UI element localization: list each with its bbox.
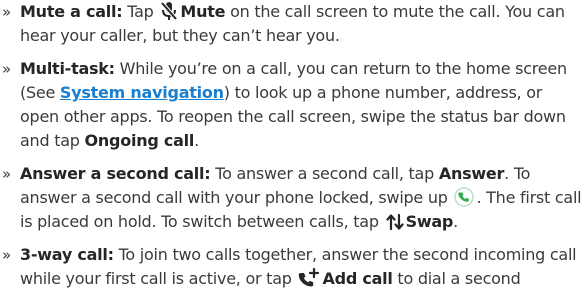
list-item-answer-second-call: Answer a second call: To answer a second… — [0, 162, 585, 234]
mic-off-icon — [160, 1, 178, 21]
item-text: . — [453, 212, 458, 231]
item-title: Mute a call: — [20, 2, 123, 21]
mute-label: Mute — [180, 2, 226, 21]
system-navigation-link[interactable]: System navigation — [60, 83, 224, 102]
item-title: Answer a second call: — [20, 164, 211, 183]
swap-label: Swap — [405, 212, 454, 231]
answer-label: Answer — [438, 164, 505, 183]
item-title: Multi-task: — [20, 59, 115, 78]
list-item-mute-a-call: Mute a call: Tap Mute on the call screen… — [0, 0, 585, 48]
list-item-3-way-call: 3-way call: To join two calls together, … — [0, 243, 585, 288]
item-title: 3-way call: — [20, 245, 114, 264]
add-call-label: Add call — [322, 269, 393, 288]
phone-answer-icon — [454, 187, 475, 207]
list-item-multi-task: Multi-task: While you’re on a call, you … — [0, 57, 585, 153]
item-text: to dial a second — [392, 269, 521, 288]
item-text: To answer a second call, tap — [210, 164, 439, 183]
swap-icon — [385, 213, 404, 231]
add-call-icon — [298, 268, 320, 288]
item-text: . — [194, 131, 199, 150]
instruction-list: Mute a call: Tap Mute on the call screen… — [0, 0, 585, 288]
ongoing-call-label: Ongoing call — [84, 131, 195, 150]
item-text: Tap — [122, 2, 159, 21]
